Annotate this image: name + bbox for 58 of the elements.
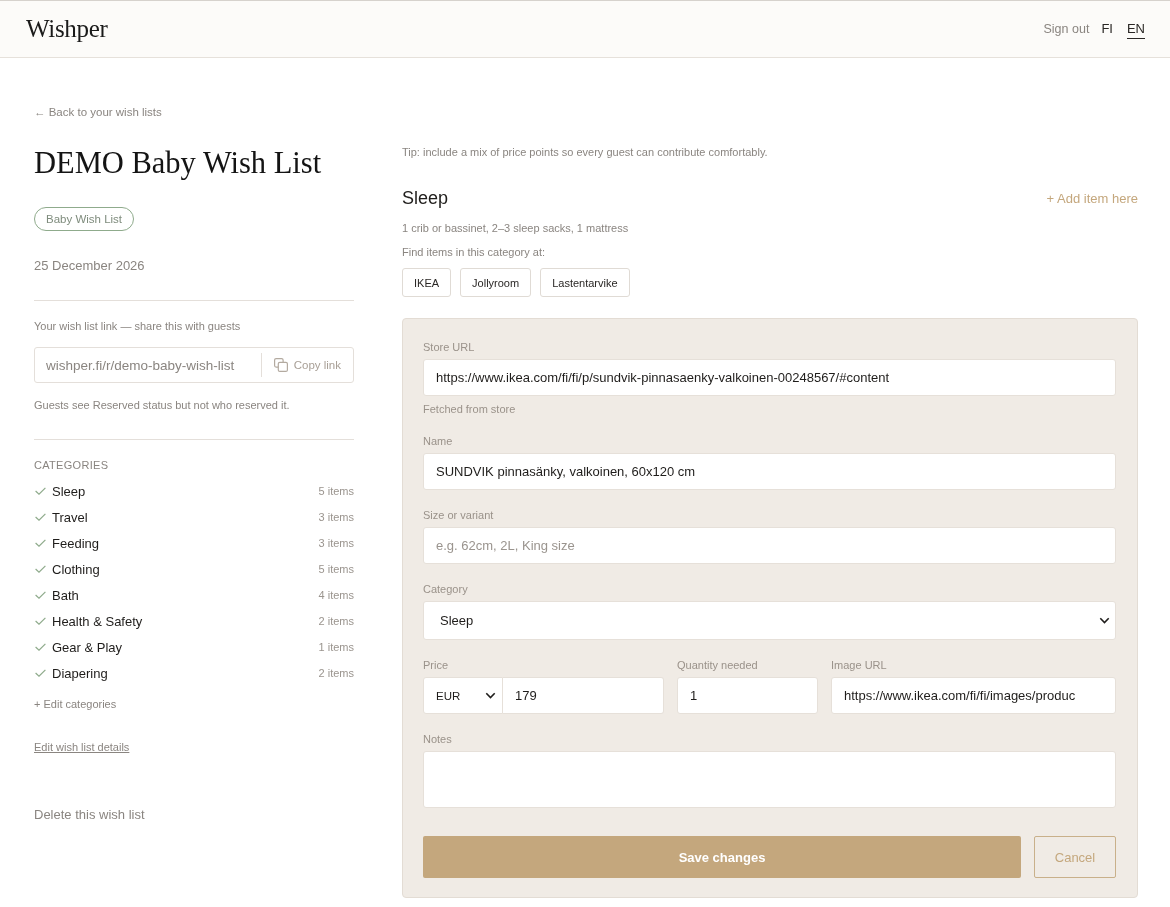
language-link[interactable]: EN (1126, 19, 1145, 39)
item-count: 3 items (318, 511, 354, 523)
field-label: Quantity needed (677, 658, 758, 672)
event-date: 25 December 2026 (34, 258, 145, 274)
field-label: Size or variant (423, 508, 494, 522)
share-url[interactable]: wishper.fi/r/demo-baby-wish-list (35, 357, 261, 373)
item-count: 5 items (318, 485, 354, 497)
section-hint: 1 crib or bassinet, 2–3 sleep sacks, 1 mattress (402, 221, 629, 235)
copy-icon (273, 358, 288, 372)
size-field[interactable]: e.g. 62cm, 2L, King size (423, 527, 1116, 564)
notes-field[interactable] (423, 751, 1116, 808)
store-button[interactable]: Lastentarvike (540, 268, 630, 297)
edit-categories-link[interactable]: + Edit categories (34, 697, 117, 711)
delete-list-link[interactable]: Delete this wish list (34, 807, 145, 823)
section-title: Sleep (402, 187, 449, 209)
store-button[interactable]: Jollyroom (460, 268, 532, 297)
category-item[interactable]: Sleep (52, 483, 86, 499)
category-item[interactable]: Gear & Play (52, 639, 123, 655)
field-label: Price (423, 658, 449, 672)
category-item[interactable]: Health & Safety (52, 613, 143, 629)
quantity-field[interactable]: 1 (677, 677, 818, 714)
category-select[interactable]: Sleep (423, 601, 1116, 640)
category-item[interactable]: Feeding (52, 535, 99, 551)
share-label: Your wish list link — share this with guests (34, 319, 241, 333)
categories-heading: CATEGORIES (34, 458, 109, 472)
language-link[interactable]: FI (1101, 19, 1113, 39)
price-field[interactable]: 179 (503, 677, 664, 714)
tip-text: Tip: include a mix of price points so every guest can contribute comfortably. (402, 145, 768, 159)
store-url-field[interactable]: https://www.ikea.com/fi/fi/p/sundvik-pinnasaenky-valkoinen-00248567/#content (423, 359, 1116, 396)
category-item[interactable]: Bath (52, 587, 79, 603)
page-title: DEMO Baby Wish List (34, 145, 322, 182)
store-button[interactable]: IKEA (402, 268, 452, 297)
category-item[interactable]: Diapering (52, 665, 108, 681)
field-label: Store URL (423, 340, 475, 354)
item-count: 5 items (318, 563, 354, 575)
item-count: 2 items (318, 667, 354, 679)
stores-label: Find items in this category at: (402, 245, 546, 259)
image-url-field[interactable]: https://www.ikea.com/fi/fi/images/produc (831, 677, 1116, 714)
item-count: 2 items (318, 615, 354, 627)
field-label: Category (423, 582, 468, 596)
item-count: 1 items (318, 641, 354, 653)
chevron-down-icon (485, 692, 496, 699)
item-count: 4 items (318, 589, 354, 601)
item-count: 3 items (318, 537, 354, 549)
category-item[interactable]: Travel (52, 509, 88, 525)
currency-select[interactable]: EUR (423, 677, 503, 714)
back-link[interactable]: ← Back to your wish lists (34, 105, 162, 119)
edit-details-link[interactable]: Edit wish list details (34, 740, 130, 754)
sign-out-link[interactable]: Sign out (1043, 22, 1090, 36)
category-item[interactable]: Clothing (52, 561, 100, 577)
share-note: Guests see Reserved status but not who reserved it. (34, 398, 290, 412)
fetched-note: Fetched from store (423, 402, 516, 416)
chevron-down-icon (1099, 617, 1110, 624)
field-label: Name (423, 434, 453, 448)
field-label: Notes (423, 732, 452, 746)
field-label: Image URL (831, 658, 887, 672)
logo-text[interactable]: Wishper (26, 15, 108, 43)
name-field[interactable]: SUNDVIK pinnasänky, valkoinen, 60x120 cm (423, 453, 1116, 490)
